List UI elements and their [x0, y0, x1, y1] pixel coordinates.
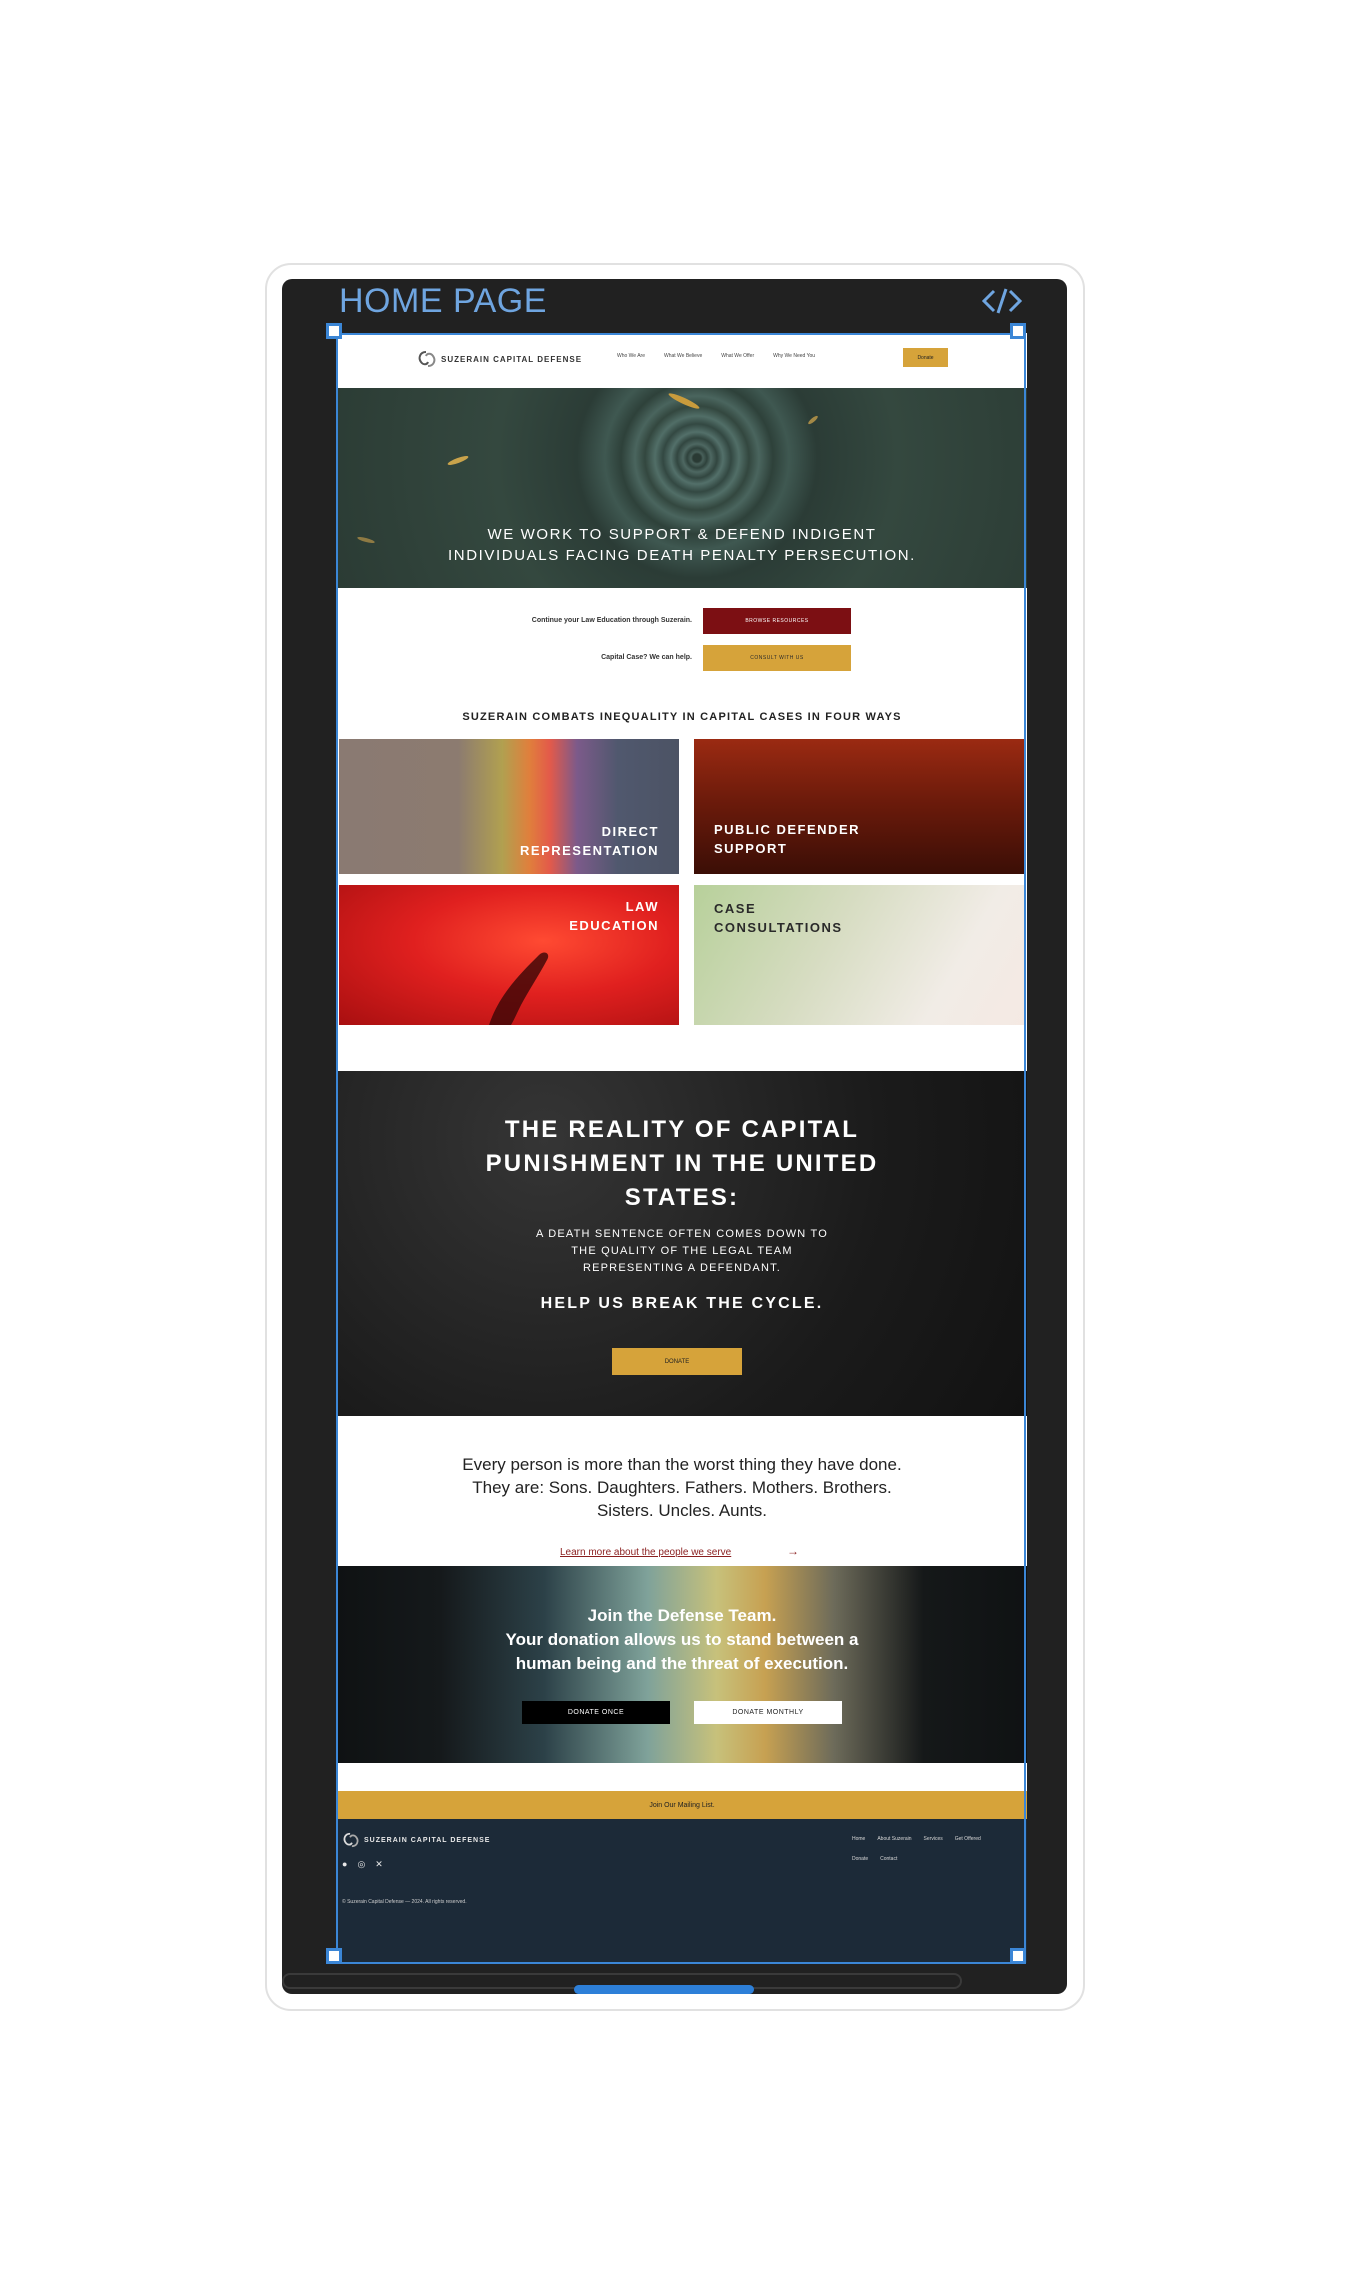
card-label: CASE CONSULTATIONS — [714, 899, 843, 937]
hero-line-1: WE WORK TO SUPPORT & DEFEND INDIGENT — [487, 526, 877, 543]
reality-section: THE REALITY OF CAPITAL PUNISHMENT IN THE… — [337, 1071, 1027, 1416]
code-icon[interactable] — [981, 286, 1023, 316]
reality-donate-button[interactable]: DONATE — [612, 1348, 742, 1375]
resize-handle-top-right[interactable] — [1010, 323, 1026, 339]
people-line: Sisters. Uncles. Aunts. — [596, 1501, 768, 1520]
card-label: PUBLIC DEFENDER SUPPORT — [714, 820, 860, 858]
arrow-right-icon[interactable]: → — [787, 1544, 799, 1558]
footer-copyright: © Suzerain Capital Defense — 2024. All r… — [342, 1899, 467, 1905]
join-text: Join the Defense Team. Your donation all… — [337, 1604, 1027, 1676]
reality-title-line: PUNISHMENT IN THE UNITED — [485, 1150, 879, 1177]
logo-text: SUZERAIN CAPITAL DEFENSE — [441, 354, 583, 364]
reality-title-line: THE REALITY OF CAPITAL — [504, 1116, 860, 1143]
logo-mark-icon — [418, 351, 436, 367]
browse-resources-button[interactable]: BROWSE RESOURCES — [703, 608, 851, 634]
people-line: They are: Sons. Daughters. Fathers. Moth… — [472, 1478, 892, 1497]
navbar: SUZERAIN CAPITAL DEFENSE Who We Are What… — [337, 333, 1027, 388]
hero-leaf — [807, 414, 819, 426]
card-line: SUPPORT — [714, 841, 788, 856]
nav-donate-button[interactable]: Donate — [903, 348, 948, 367]
nav-link-what-we-believe[interactable]: What We Believe — [664, 353, 702, 359]
hero-banner: WE WORK TO SUPPORT & DEFEND INDIGENT IND… — [337, 388, 1027, 588]
reality-sub-line: REPRESENTING A DEFENDANT. — [582, 1262, 782, 1274]
footer-link-home[interactable]: Home — [852, 1836, 865, 1842]
card-line: EDUCATION — [569, 918, 659, 933]
mailing-list-button[interactable]: Join Our Mailing List. — [337, 1791, 1027, 1819]
resize-handle-top-left[interactable] — [326, 323, 342, 339]
footer-social: ● ◎ ✕ — [342, 1859, 383, 1870]
nav-link-what-we-offer[interactable]: What We Offer — [721, 353, 754, 359]
resources-label: Continue your Law Education through Suze… — [531, 617, 692, 624]
donate-monthly-button[interactable]: DONATE MONTHLY — [694, 1701, 842, 1724]
consult-button[interactable]: CONSULT WITH US — [703, 645, 851, 671]
footer-links-row-2: Donate Contact — [852, 1856, 897, 1862]
footer-link-services[interactable]: Services — [924, 1836, 943, 1842]
hand-silhouette-icon — [489, 952, 549, 1025]
nav-link-why-we-need-you[interactable]: Why We Need You — [773, 353, 815, 359]
frame-title: HOME PAGE — [339, 282, 547, 320]
hero-leaf — [667, 391, 701, 411]
reality-subtitle: A DEATH SENTENCE OFTEN COMES DOWN TO THE… — [337, 1226, 1027, 1277]
card-line: PUBLIC DEFENDER — [714, 822, 861, 837]
hero-headline: WE WORK TO SUPPORT & DEFEND INDIGENT IND… — [337, 524, 1027, 566]
footer-link-about[interactable]: About Suzerain — [877, 1836, 911, 1842]
card-line: LAW — [625, 899, 659, 914]
four-ways-heading: SUZERAIN COMBATS INEQUALITY IN CAPITAL C… — [462, 711, 902, 723]
resize-handle-bottom-left[interactable] — [326, 1948, 342, 1964]
footer: SUZERAIN CAPITAL DEFENSE ● ◎ ✕ Home Abou… — [337, 1819, 1027, 1963]
reality-title: THE REALITY OF CAPITAL PUNISHMENT IN THE… — [337, 1113, 1027, 1215]
footer-logo[interactable]: SUZERAIN CAPITAL DEFENSE — [342, 1832, 490, 1848]
card-line: CASE — [714, 901, 757, 916]
learn-more-link[interactable]: Learn more about the people we serve — [560, 1547, 731, 1558]
facebook-icon[interactable]: ● — [342, 1859, 347, 1870]
logo[interactable]: SUZERAIN CAPITAL DEFENSE — [417, 350, 582, 368]
reality-sub-line: A DEATH SENTENCE OFTEN COMES DOWN TO — [536, 1228, 828, 1240]
footer-link-contact[interactable]: Contact — [880, 1856, 897, 1862]
card-law-education[interactable]: LAW EDUCATION — [339, 885, 679, 1025]
reality-title-line: STATES: — [624, 1184, 740, 1211]
footer-link-get-offered[interactable]: Get Offered — [955, 1836, 981, 1842]
card-line: CONSULTATIONS — [714, 920, 843, 935]
logo-mark-icon — [343, 1832, 359, 1848]
home-page-artboard[interactable]: SUZERAIN CAPITAL DEFENSE Who We Are What… — [337, 333, 1027, 1963]
reality-cta: HELP US BREAK THE CYCLE. — [540, 1295, 824, 1312]
join-line: Your donation allows us to stand between… — [505, 1630, 859, 1649]
x-icon[interactable]: ✕ — [375, 1859, 383, 1870]
join-line: Join the Defense Team. — [587, 1606, 777, 1625]
card-label: LAW EDUCATION — [569, 897, 659, 935]
footer-links-row-1: Home About Suzerain Services Get Offered — [852, 1836, 981, 1842]
people-statement: Every person is more than the worst thin… — [337, 1453, 1027, 1522]
consult-label: Capital Case? We can help. — [601, 654, 692, 661]
join-line: human being and the threat of execution. — [515, 1654, 849, 1673]
donate-once-button[interactable]: DONATE ONCE — [522, 1701, 670, 1724]
reality-sub-line: THE QUALITY OF THE LEGAL TEAM — [571, 1245, 793, 1257]
card-case-consultations[interactable]: CASE CONSULTATIONS — [694, 885, 1026, 1025]
card-public-defender-support[interactable]: PUBLIC DEFENDER SUPPORT — [694, 739, 1026, 874]
footer-link-donate[interactable]: Donate — [852, 1856, 868, 1862]
resize-handle-bottom-right[interactable] — [1010, 1948, 1026, 1964]
hero-line-2: INDIVIDUALS FACING DEATH PENALTY PERSECU… — [448, 547, 916, 564]
footer-logo-text: SUZERAIN CAPITAL DEFENSE — [364, 1836, 491, 1844]
scrollbar-thumb[interactable] — [574, 1985, 754, 1994]
nav-links: Who We Are What We Believe What We Offer… — [617, 353, 815, 359]
people-line: Every person is more than the worst thin… — [462, 1455, 902, 1474]
card-direct-representation[interactable]: DIRECT REPRESENTATION — [339, 739, 679, 874]
instagram-icon[interactable]: ◎ — [357, 1859, 365, 1870]
card-line: REPRESENTATION — [520, 843, 659, 858]
nav-link-who-we-are[interactable]: Who We Are — [617, 353, 645, 359]
hero-leaf — [446, 454, 470, 467]
join-section: Join the Defense Team. Your donation all… — [337, 1566, 1027, 1763]
card-label: DIRECT REPRESENTATION — [520, 822, 659, 860]
card-line: DIRECT — [601, 824, 659, 839]
